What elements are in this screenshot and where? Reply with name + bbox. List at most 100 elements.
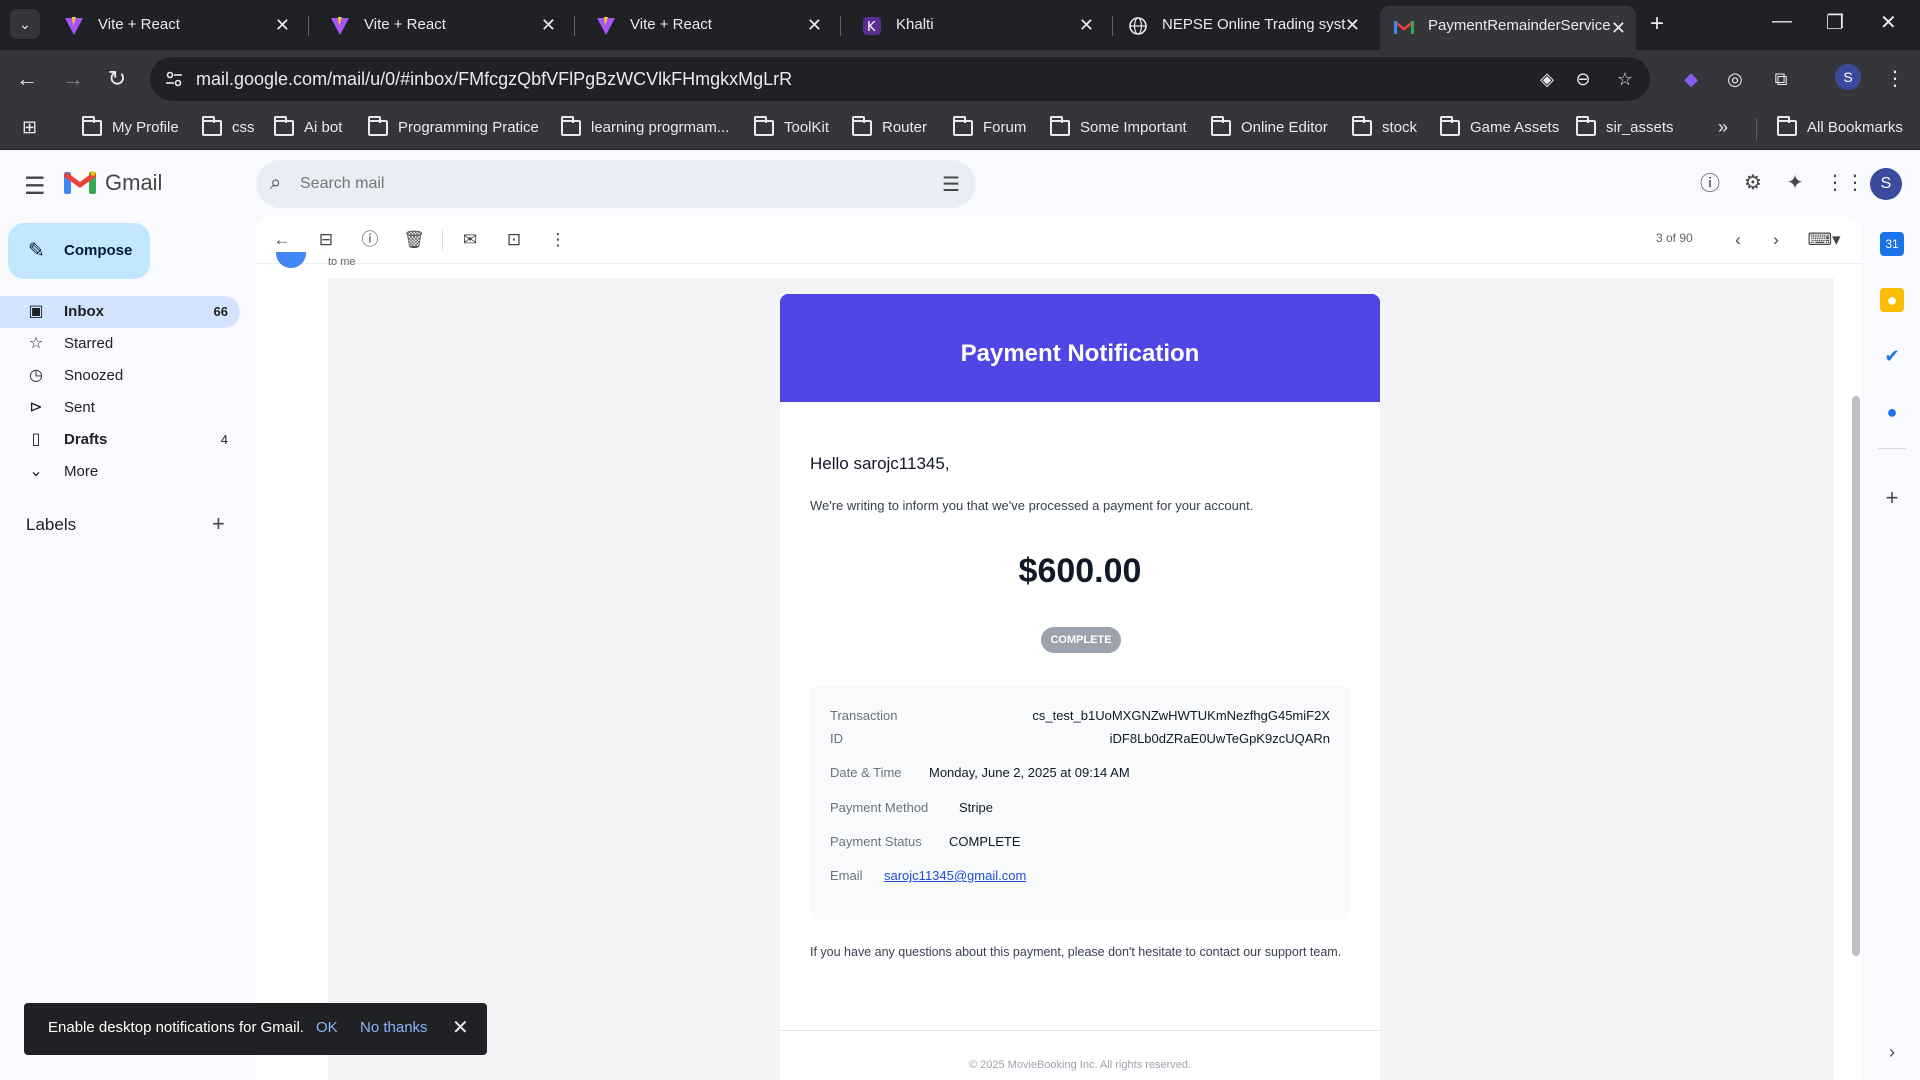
bookmark-folder[interactable]: learning progrmam... xyxy=(561,116,729,138)
window-close-icon[interactable]: ✕ xyxy=(1880,10,1897,35)
sidebar-item-more[interactable]: ⌄ More xyxy=(0,456,240,488)
get-addons-plus-icon[interactable]: + xyxy=(1880,486,1904,510)
browser-tab[interactable]: Vite + React ✕ xyxy=(582,7,832,43)
bookmark-folder[interactable]: Ai bot xyxy=(274,116,342,138)
back-to-inbox-icon[interactable]: ← xyxy=(270,228,294,252)
toast-no-thanks-button[interactable]: No thanks xyxy=(360,1019,428,1036)
tab-search-button[interactable]: ⌄ xyxy=(10,9,40,39)
bookmark-folder[interactable]: Some Important xyxy=(1050,116,1187,138)
bookmark-label: My Profile xyxy=(112,119,179,136)
account-avatar[interactable]: S xyxy=(1870,168,1902,200)
sidebar-item-starred[interactable]: ☆ Starred xyxy=(0,328,240,360)
browser-tab[interactable]: Vite + React ✕ xyxy=(50,7,300,43)
bookmark-star-icon[interactable]: ☆ xyxy=(1614,68,1636,90)
hide-panel-chevron-icon[interactable]: › xyxy=(1880,1040,1904,1064)
bookmark-folder[interactable]: Online Editor xyxy=(1211,116,1328,138)
mark-unread-icon[interactable]: ✉ xyxy=(458,228,482,252)
browser-tab-active[interactable]: PaymentRemainderService ✕ xyxy=(1380,6,1636,50)
tasks-icon[interactable]: ✔ xyxy=(1880,344,1904,368)
bookmark-folder[interactable]: Router xyxy=(852,116,927,138)
tab-divider xyxy=(308,16,309,36)
close-icon[interactable]: ✕ xyxy=(1345,7,1360,43)
extension-icon[interactable]: ◆ xyxy=(1676,64,1706,94)
bookmark-label: stock xyxy=(1382,119,1418,136)
browser-tab[interactable]: NEPSE Online Trading syst ✕ xyxy=(1114,7,1370,43)
bookmark-folder[interactable]: ToolKit xyxy=(754,116,830,138)
zoom-icon[interactable]: ⊖ xyxy=(1572,68,1594,90)
close-icon[interactable]: ✕ xyxy=(452,1015,469,1040)
bookmark-folder[interactable]: sir_assets xyxy=(1576,116,1674,138)
forward-arrow-icon[interactable]: → xyxy=(58,64,88,94)
search-input[interactable] xyxy=(300,172,900,196)
apps-grid-icon[interactable]: ⋮⋮ xyxy=(1825,170,1865,196)
bookmark-folder[interactable]: stock xyxy=(1352,116,1418,138)
more-vert-icon[interactable]: ⋮ xyxy=(546,228,570,252)
archive-icon[interactable]: ⊟ xyxy=(314,228,338,252)
toast-ok-button[interactable]: OK xyxy=(316,1019,338,1036)
report-spam-icon[interactable]: ⓘ xyxy=(358,228,382,252)
minimize-icon[interactable]: — xyxy=(1772,10,1792,33)
clock-icon: ◷ xyxy=(29,367,43,384)
move-to-icon[interactable]: ⊡ xyxy=(502,228,526,252)
help-icon[interactable]: ⓘ xyxy=(1697,171,1723,197)
browser-tab[interactable]: Vite + React ✕ xyxy=(316,7,566,43)
apps-grid-icon[interactable]: ⊞ xyxy=(22,117,37,138)
transaction-id-value-2: iDF8Lb0dZRaE0UwTeGpK9zcUQARn xyxy=(1109,731,1330,746)
restore-icon[interactable]: ❐ xyxy=(1826,10,1844,35)
browser-tab[interactable]: K Khalti ✕ xyxy=(848,7,1104,43)
close-icon[interactable]: ✕ xyxy=(275,7,290,43)
sidebar-item-sent[interactable]: ⊳ Sent xyxy=(0,392,240,424)
toolbar-divider xyxy=(442,230,443,250)
compose-button[interactable]: ✎ Compose xyxy=(8,223,150,279)
folder-icon xyxy=(202,116,222,136)
bookmark-folder[interactable]: css xyxy=(202,116,255,138)
search-icon[interactable]: ⌕ xyxy=(270,172,281,195)
search-options-icon[interactable]: ☰ xyxy=(942,172,960,197)
input-tools-icon[interactable]: ⌨▾ xyxy=(1804,228,1844,252)
more-vert-icon[interactable]: ⋮ xyxy=(1880,64,1910,94)
bookmark-folder[interactable]: Game Assets xyxy=(1440,116,1559,138)
main-menu-icon[interactable]: ☰ xyxy=(24,172,46,201)
email-link[interactable]: sarojc11345@gmail.com xyxy=(884,868,1026,883)
extension-target-icon[interactable]: ◎ xyxy=(1720,64,1750,94)
older-chevron-icon[interactable]: › xyxy=(1764,228,1788,252)
contacts-icon[interactable]: ● xyxy=(1880,400,1904,424)
bookmark-folder[interactable]: Programming Pratice xyxy=(368,116,539,138)
keep-icon[interactable]: ● xyxy=(1880,288,1904,312)
gemini-sparkle-icon[interactable]: ✦ xyxy=(1782,170,1808,196)
tab-divider xyxy=(574,16,575,36)
reload-icon[interactable]: ↻ xyxy=(102,64,132,94)
address-bar[interactable]: mail.google.com/mail/u/0/#inbox/FMfcgzQb… xyxy=(150,57,1650,101)
close-icon[interactable]: ✕ xyxy=(807,7,822,43)
sidebar-item-inbox[interactable]: ▣ Inbox 66 xyxy=(0,296,240,328)
search-bar[interactable]: ⌕ ☰ xyxy=(256,160,976,208)
folder-icon xyxy=(1440,116,1460,136)
bookmark-label: ToolKit xyxy=(784,119,830,136)
tab-title: Vite + React xyxy=(630,16,712,33)
reading-pane: ← ⊟ ⓘ 🗑 ✉ ⊡ ⋮ 3 of 90 ‹ › ⌨▾ to me Payme… xyxy=(256,216,1862,1080)
close-icon[interactable]: ✕ xyxy=(1079,7,1094,43)
back-arrow-icon[interactable]: ← xyxy=(12,64,42,94)
bookmark-folder[interactable]: Forum xyxy=(953,116,1026,138)
site-info-icon[interactable] xyxy=(164,69,184,89)
delete-icon[interactable]: 🗑 xyxy=(402,228,426,252)
sidebar-item-drafts[interactable]: ▯ Drafts 4 xyxy=(0,424,240,456)
settings-gear-icon[interactable]: ⚙ xyxy=(1740,170,1766,196)
scrollbar-thumb[interactable] xyxy=(1852,396,1860,956)
lens-icon[interactable]: ◈ xyxy=(1536,68,1558,90)
close-icon[interactable]: ✕ xyxy=(1611,8,1626,48)
bookmark-folder[interactable]: My Profile xyxy=(82,116,179,138)
url-text[interactable]: mail.google.com/mail/u/0/#inbox/FMfcgzQb… xyxy=(196,69,792,90)
all-bookmarks-folder[interactable]: All Bookmarks xyxy=(1777,116,1903,138)
payment-status-value: COMPLETE xyxy=(949,834,1021,849)
puzzle-icon[interactable]: ⧉ xyxy=(1766,64,1796,94)
new-tab-button[interactable]: + xyxy=(1650,10,1664,38)
add-label-icon[interactable]: + xyxy=(212,511,225,537)
close-icon[interactable]: ✕ xyxy=(541,7,556,43)
calendar-icon[interactable]: 31 xyxy=(1880,232,1904,256)
profile-avatar[interactable]: S xyxy=(1835,64,1861,90)
sidebar-item-snoozed[interactable]: ◷ Snoozed xyxy=(0,360,240,392)
overflow-chevron-icon[interactable]: » xyxy=(1718,117,1728,138)
newer-chevron-icon[interactable]: ‹ xyxy=(1726,228,1750,252)
recipient-text: to me xyxy=(328,256,356,268)
